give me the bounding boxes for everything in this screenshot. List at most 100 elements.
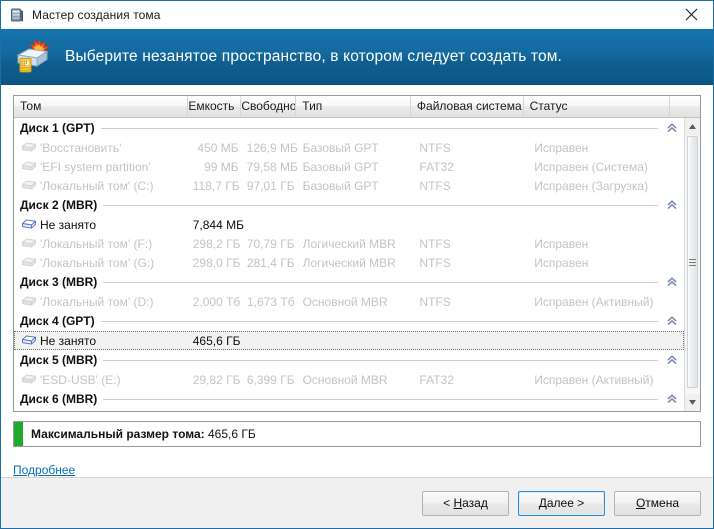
collapse-group-button[interactable] [664, 391, 680, 407]
filesystem-cell: FAT32 [419, 159, 454, 174]
vertical-scrollbar[interactable] [684, 118, 700, 411]
disk-group-label: Диск 2 (MBR) [20, 198, 98, 212]
volume-cell: 'Локальный том' (C:) [21, 179, 193, 193]
free-space-cell: 79,58 МБ [246, 159, 298, 174]
collapse-group-button[interactable] [664, 274, 680, 290]
disk-group-header[interactable]: Диск 3 (MBR) [14, 272, 684, 292]
volume-disk-icon [22, 142, 36, 152]
double-chevron-up-icon [667, 200, 677, 210]
column-header-status[interactable]: Статус [524, 96, 670, 117]
type-cell: Основной MBR [302, 294, 388, 309]
disk-group-header[interactable]: Диск 4 (GPT) [14, 311, 684, 331]
collapse-group-button[interactable] [664, 313, 680, 329]
volume-row: 'Локальный том' (F:) 298,2 ГБ 70,79 ГБ Логи… [14, 234, 684, 253]
column-header-volume[interactable]: Том [14, 96, 189, 117]
volume-cell: 'EFI system partition' [21, 160, 193, 174]
capacity-cell: 465,6 ГБ [192, 333, 241, 348]
volume-name: 'Восстановить' [40, 140, 122, 155]
volume-name: 'Локальный том' (C:) [40, 178, 154, 193]
volume-row: 'Локальный том' (D:) 2,000 Тб 1,673 Тб Осно… [14, 292, 684, 311]
grid-body: Диск 1 (GPT) 'Восстановить' 450 МБ 126,9 МБ… [14, 118, 700, 411]
double-chevron-up-icon [667, 316, 677, 326]
double-chevron-up-icon [667, 123, 677, 133]
volume-row: 'Локальный том' (G:) 298,0 ГБ 281,4 ГБ Логи… [14, 253, 684, 272]
max-size-color-swatch [14, 422, 23, 446]
column-header-free[interactable]: Свободно [241, 96, 297, 117]
capacity-cell: 99 МБ [204, 159, 239, 174]
volume-disk-icon [22, 257, 36, 267]
disk-group-divider [103, 281, 658, 283]
close-button[interactable] [669, 1, 713, 28]
scrollbar-track[interactable] [685, 135, 700, 394]
status-cell: Исправен (Активный) [534, 294, 654, 309]
column-header-type[interactable]: Тип [296, 96, 411, 117]
disk-group-header[interactable]: Диск 2 (MBR) [14, 195, 684, 215]
volume-row: 'ESD-USB' (E:) 29,82 ГБ 6,399 ГБ Основной M… [14, 370, 684, 389]
scrollbar-thumb[interactable] [687, 136, 698, 388]
filesystem-cell: NTFS [419, 178, 451, 193]
filesystem-cell: FAT32 [419, 372, 454, 387]
capacity-cell: 298,2 ГБ [192, 236, 241, 251]
scroll-down-arrow-icon [689, 400, 696, 405]
status-cell: Исправен [534, 140, 589, 155]
scroll-up-arrow-icon [689, 124, 696, 129]
disk-drive-icon [9, 7, 25, 23]
volume-name: 'Локальный том' (F:) [40, 236, 153, 251]
type-cell: Основной MBR [302, 372, 388, 387]
wizard-footer: < Назад Далее > Отмена [1, 477, 713, 528]
cancel-button[interactable]: Отмена [614, 490, 701, 516]
disk-group-header[interactable]: Диск 5 (MBR) [14, 350, 684, 370]
next-button[interactable]: Далее > [518, 490, 605, 516]
collapse-group-button[interactable] [664, 120, 680, 136]
filesystem-cell: NTFS [419, 294, 451, 309]
new-volume-disk-icon [13, 38, 53, 76]
free-space-cell: 281,4 ГБ [246, 255, 295, 270]
collapse-group-button[interactable] [664, 197, 680, 213]
grid-header-row: Том Емкость Свободно Тип Файловая систем… [14, 96, 700, 118]
volume-name: 'Локальный том' (G:) [40, 255, 155, 270]
volume-row[interactable]: Не занято 465,6 ГБ [14, 331, 684, 350]
volume-cell: Не занято [21, 334, 193, 348]
type-cell: Логический MBR [302, 236, 396, 251]
volume-creation-wizard-window: Мастер создания тома Выберите незанятое … [0, 0, 714, 529]
capacity-cell: 118,7 ГБ [192, 178, 240, 193]
volume-name: Не занято [40, 217, 97, 232]
scroll-up-button[interactable] [685, 118, 700, 135]
disk-group-header[interactable]: Диск 6 (MBR) [14, 389, 684, 409]
volume-disk-icon [22, 180, 36, 190]
volume-name: 'Локальный том' (D:) [40, 294, 154, 309]
column-header-filesystem[interactable]: Файловая система [411, 96, 524, 117]
free-space-cell: 70,79 ГБ [246, 236, 295, 251]
back-button[interactable]: < Назад [422, 490, 509, 516]
volume-row: 'Локальный том' (C:) 118,7 ГБ 97,01 ГБ Базо… [14, 176, 684, 195]
scroll-down-button[interactable] [685, 394, 700, 411]
title-bar: Мастер создания тома [1, 1, 713, 29]
disk-group-divider [103, 359, 658, 361]
window-title: Мастер создания тома [32, 8, 161, 22]
collapse-group-button[interactable] [664, 352, 680, 368]
double-chevron-up-icon [667, 277, 677, 287]
volume-name: Не занято [40, 333, 97, 348]
disk-group-header[interactable]: Диск 1 (GPT) [14, 118, 684, 138]
free-space-cell: 97,01 ГБ [246, 178, 295, 193]
volume-row[interactable]: Не занято 7,844 МБ [14, 215, 684, 234]
unallocated-disk-icon [22, 335, 36, 345]
cancel-button-label: Отмена [635, 496, 680, 510]
column-header-capacity[interactable]: Емкость [188, 96, 242, 117]
capacity-cell: 7,844 МБ [192, 217, 244, 232]
volume-cell: 'Локальный том' (F:) [21, 237, 193, 251]
double-chevron-up-icon [667, 355, 677, 365]
volume-row: 'Восстановить' 450 МБ 126,9 МБ Базовый GPT N… [14, 138, 684, 157]
volume-cell: Не занято [21, 218, 193, 232]
type-cell: Базовый GPT [302, 140, 379, 155]
disk-group-divider [103, 398, 658, 400]
filesystem-cell: NTFS [419, 255, 451, 270]
column-header-spacer [670, 96, 700, 117]
more-info-row: Подробнее [13, 463, 701, 477]
status-cell: Исправен [534, 236, 589, 251]
max-size-value: 465,6 ГБ [207, 427, 256, 441]
back-button-label: < Назад [443, 496, 488, 510]
more-info-link[interactable]: Подробнее [13, 463, 75, 477]
wizard-banner: Выберите незанятое пространство, в котор… [1, 29, 713, 85]
disk-group-label: Диск 4 (GPT) [20, 314, 95, 328]
